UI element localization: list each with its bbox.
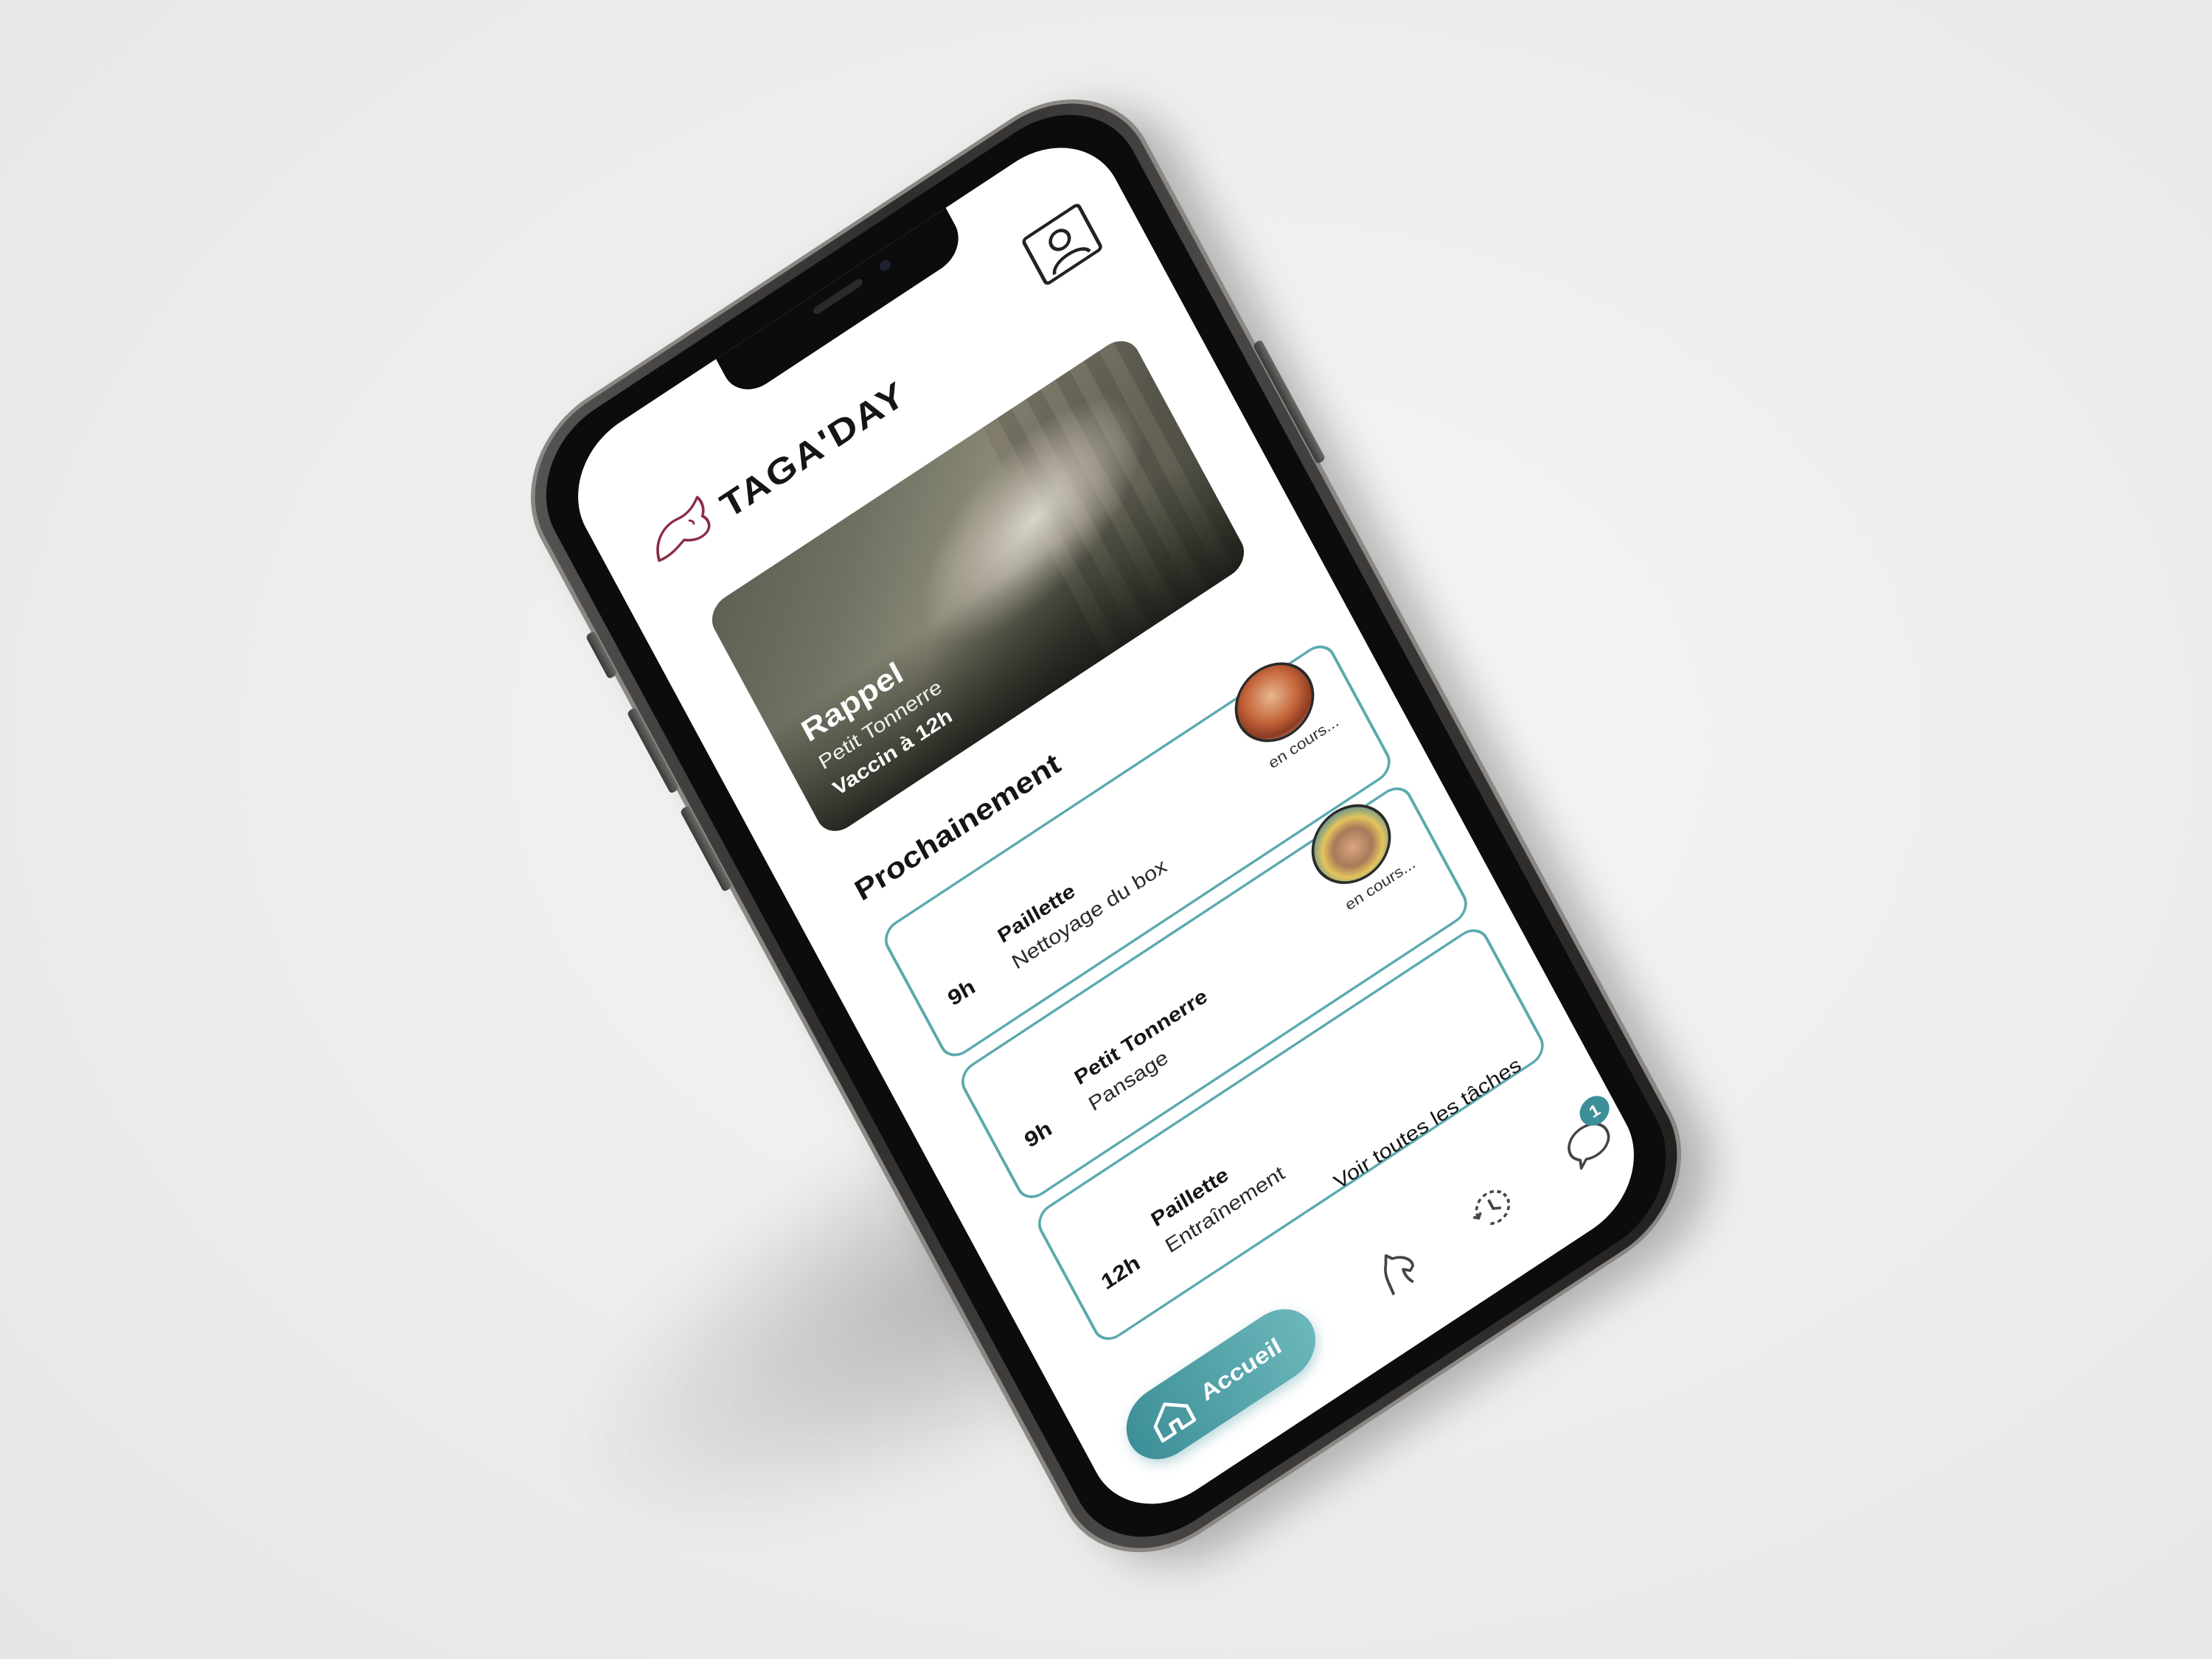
home-icon <box>1153 1402 1197 1443</box>
task-time: 9h <box>1020 1116 1057 1153</box>
nav-horses-button[interactable] <box>1362 1235 1430 1307</box>
nav-home-label: Accueil <box>1196 1332 1286 1406</box>
front-camera <box>877 257 893 274</box>
horse-head-icon <box>1384 1254 1414 1295</box>
task-time: 12h <box>1097 1251 1144 1295</box>
clock-history-icon <box>1472 1189 1511 1225</box>
task-time: 9h <box>944 974 980 1012</box>
product-mockup-stage: TAGA'DAY Rappel Petit Tonnerre Vaccin à … <box>0 0 2212 1659</box>
horse-logo-icon <box>656 495 711 563</box>
nav-home-button[interactable]: Accueil <box>1113 1294 1328 1474</box>
profile-icon <box>1048 229 1091 276</box>
profile-button[interactable] <box>1020 201 1105 288</box>
nav-messages-button[interactable]: 1 <box>1555 1090 1624 1180</box>
nav-history-button[interactable] <box>1458 1172 1527 1243</box>
earpiece-speaker <box>812 277 864 316</box>
